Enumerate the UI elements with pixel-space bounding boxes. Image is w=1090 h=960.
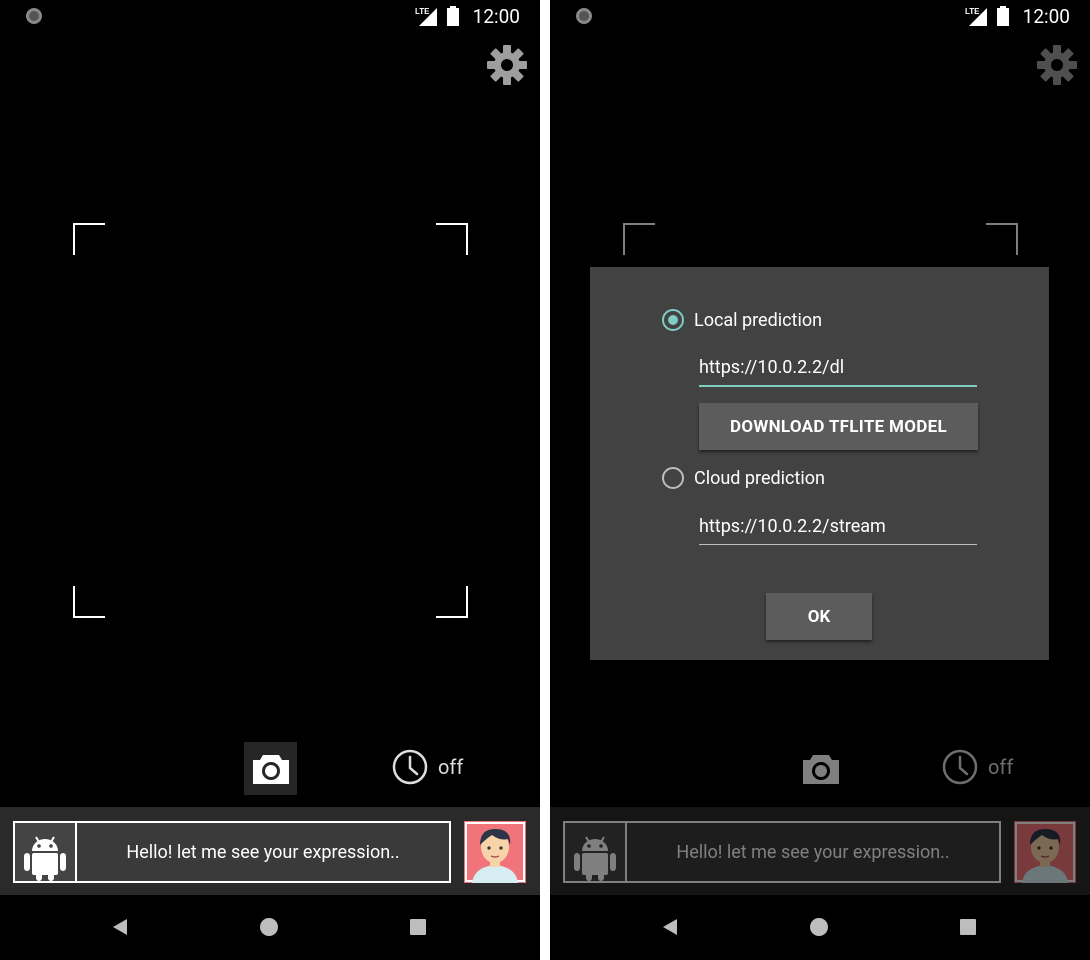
svg-text:LTE: LTE: [415, 7, 430, 16]
message-strip: Hello! let me see your expression..: [0, 807, 540, 895]
timer-label: off: [988, 755, 1014, 779]
battery-icon: [446, 6, 459, 26]
recents-icon: [410, 919, 426, 935]
cloud-prediction-radio[interactable]: [662, 467, 684, 489]
recents-button[interactable]: [406, 915, 430, 939]
home-icon: [810, 918, 828, 936]
back-button[interactable]: [108, 915, 132, 939]
settings-gear-icon: [1037, 45, 1077, 85]
viewfinder-corner-bottom-left: [73, 586, 105, 618]
status-bar: LTE 12:00: [550, 0, 1090, 32]
android-icon: [574, 836, 616, 881]
viewfinder-corner-top-right: [986, 223, 1018, 255]
viewfinder-corner-bottom-right: [436, 586, 468, 618]
android-avatar: [15, 823, 77, 881]
local-prediction-radio[interactable]: [662, 309, 684, 331]
back-icon: [663, 919, 677, 935]
clock: 12:00: [1022, 4, 1070, 28]
timer-icon: [392, 749, 428, 785]
capture-button[interactable]: [244, 742, 297, 795]
camera-screen: LTE 12:00 off Hello! let me see your exp…: [0, 0, 540, 960]
back-icon: [113, 919, 127, 935]
recents-icon: [960, 919, 976, 935]
avatar-icon: [1014, 821, 1076, 883]
message-strip: Hello! let me see your expression..: [550, 807, 1090, 895]
viewfinder-corner-top-right: [436, 223, 468, 255]
settings-gear-icon[interactable]: [486, 44, 528, 86]
avatar-icon[interactable]: [464, 821, 526, 883]
cloud-prediction-label: Cloud prediction: [694, 467, 825, 489]
android-icon: [24, 836, 66, 881]
lte-signal-icon: LTE: [965, 7, 987, 26]
message-box: Hello! let me see your expression..: [563, 821, 1001, 883]
message-box: Hello! let me see your expression..: [13, 821, 451, 883]
notification-icon: [576, 8, 592, 24]
prediction-settings-dialog: Local prediction DOWNLOAD TFLITE MODEL C…: [590, 267, 1049, 660]
lte-signal-icon: LTE: [415, 7, 437, 26]
timer-toggle[interactable]: off: [392, 749, 463, 785]
home-button[interactable]: [257, 915, 281, 939]
status-bar: LTE 12:00: [0, 0, 540, 32]
cloud-url-input[interactable]: [699, 510, 977, 545]
local-url-input[interactable]: [699, 351, 977, 387]
navigation-bar: [0, 895, 540, 960]
capture-button: [794, 742, 847, 795]
svg-text:LTE: LTE: [965, 7, 980, 16]
camera-icon: [802, 754, 839, 784]
home-button[interactable]: [807, 915, 831, 939]
local-prediction-option[interactable]: Local prediction: [662, 309, 822, 331]
download-tflite-model-button[interactable]: DOWNLOAD TFLITE MODEL: [699, 403, 978, 450]
battery-icon: [996, 6, 1009, 26]
viewfinder-corner-top-left: [623, 223, 655, 255]
message-text: Hello! let me see your expression..: [676, 841, 950, 863]
notification-icon: [26, 8, 42, 24]
timer-icon: [942, 749, 978, 785]
home-icon: [260, 918, 278, 936]
viewfinder-corner-top-left: [73, 223, 105, 255]
local-prediction-label: Local prediction: [694, 309, 823, 331]
clock: 12:00: [472, 4, 520, 28]
message-text: Hello! let me see your expression..: [126, 841, 400, 863]
ok-button[interactable]: OK: [766, 593, 872, 640]
timer-toggle: off: [942, 749, 1013, 785]
timer-label: off: [438, 755, 464, 779]
camera-icon: [252, 754, 289, 784]
settings-screen: LTE 12:00 off Hello! let me see your exp…: [550, 0, 1090, 960]
navigation-bar: [550, 895, 1090, 960]
recents-button[interactable]: [956, 915, 980, 939]
android-avatar: [565, 823, 627, 881]
cloud-prediction-option[interactable]: Cloud prediction: [662, 467, 825, 489]
back-button[interactable]: [658, 915, 682, 939]
